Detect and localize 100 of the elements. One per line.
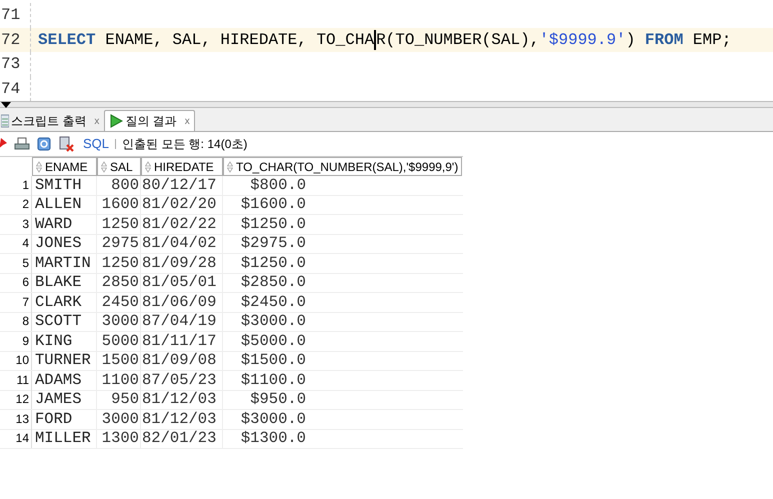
table-cell-text: $2450.0	[240, 292, 306, 312]
row-number: 7	[0, 292, 32, 312]
document-icon	[1, 114, 9, 128]
table-cell: SMITH	[32, 176, 97, 195]
table-cell: 2975	[97, 234, 141, 254]
collapse-arrow-icon[interactable]	[1, 102, 11, 108]
row-number: 13	[0, 410, 32, 429]
table-cell: 5000	[97, 332, 141, 351]
column-header[interactable]: SAL	[97, 157, 141, 176]
table-cell: 1250	[97, 214, 141, 234]
line-number: 74	[0, 78, 22, 100]
row-number: 11	[0, 370, 32, 390]
table-cell: TURNER	[32, 351, 97, 370]
sort-icon	[36, 160, 42, 172]
table-cell: ADAMS	[32, 370, 97, 390]
result-tab[interactable]: 스크립트 출력 x	[0, 110, 104, 131]
table-cell-text: $3000.0	[240, 312, 306, 332]
table-cell: 1250	[97, 254, 141, 273]
row-number: 9	[0, 332, 32, 351]
table-cell: 1100	[97, 370, 141, 390]
row-number: 8	[0, 312, 32, 332]
close-icon[interactable]: x	[94, 114, 100, 128]
table-cell-text: $5000.0	[240, 332, 306, 351]
table-cell: 3000	[97, 312, 141, 332]
code-text: )	[626, 30, 636, 51]
sort-icon	[145, 160, 151, 172]
code-text: ENAME, SAL, HIREDATE, TO_CHA	[104, 30, 374, 51]
table-cell: WARD	[32, 214, 97, 234]
table-cell-text: $800.0	[249, 176, 306, 195]
table-cell: 81/02/20	[141, 195, 223, 214]
table-cell: 81/11/17	[141, 332, 223, 351]
table-cell: 81/02/22	[141, 214, 223, 234]
delete-document-icon[interactable]	[58, 136, 75, 152]
keyword: SELECT	[38, 30, 96, 51]
row-number: 12	[0, 390, 32, 410]
code-text: R(TO_NUMBER(SAL),	[376, 30, 540, 51]
table-cell: 2850	[97, 273, 141, 292]
table-cell: MARTIN	[32, 254, 97, 273]
table-cell: FORD	[32, 410, 97, 429]
table-cell: 81/09/08	[141, 351, 223, 370]
table-cell: 81/05/01	[141, 273, 223, 292]
column-header[interactable]: HIREDATE	[141, 157, 223, 176]
code-text: EMP;	[692, 30, 732, 51]
row-number: 3	[0, 214, 32, 234]
printer-icon[interactable]	[14, 137, 30, 151]
table-cell: ALLEN	[32, 195, 97, 214]
text-cursor	[374, 30, 376, 50]
table-cell: 3000	[97, 410, 141, 429]
table-cell: CLARK	[32, 292, 97, 312]
result-tab[interactable]: 질의 결과 x	[104, 110, 195, 131]
sort-icon	[101, 160, 107, 172]
table-cell-text: $1600.0	[240, 195, 306, 214]
table-cell: 87/05/23	[141, 370, 223, 390]
table-cell-text: $1250.0	[240, 214, 306, 234]
table-cell: JONES	[32, 234, 97, 254]
column-header[interactable]: TO_CHAR(TO_NUMBER(SAL),'$9999,9')	[223, 157, 462, 176]
row-number: 1	[0, 176, 32, 195]
table-cell: 1300	[97, 429, 141, 448]
table-cell-text: $1300.0	[240, 429, 306, 448]
table-cell-text: $1250.0	[240, 254, 306, 273]
table-cell-text: $1100.0	[240, 370, 306, 390]
table-cell: JAMES	[32, 390, 97, 410]
table-cell: 2450	[97, 292, 141, 312]
column-header[interactable]: ENAME	[32, 157, 97, 176]
table-cell: 81/12/03	[141, 390, 223, 410]
table-cell-text: $2975.0	[240, 234, 306, 254]
table-cell: SCOTT	[32, 312, 97, 332]
table-cell: 1600	[97, 195, 141, 214]
table-cell: MILLER	[32, 429, 97, 448]
row-number: 14	[0, 429, 32, 448]
table-cell: 950	[97, 390, 141, 410]
row-number: 2	[0, 195, 32, 214]
sql-link[interactable]: SQL	[83, 134, 110, 154]
play-icon	[109, 114, 124, 128]
close-icon[interactable]: x	[184, 114, 190, 128]
row-number: 4	[0, 234, 32, 254]
line-number: 71	[0, 5, 22, 26]
row-number: 5	[0, 254, 32, 273]
table-cell: 81/09/28	[141, 254, 223, 273]
table-cell: 81/12/03	[141, 410, 223, 429]
line-number: 73	[0, 54, 22, 76]
row-number: 10	[0, 351, 32, 370]
line-number: 72	[0, 30, 22, 51]
sort-icon	[227, 160, 233, 172]
keyword: FROM	[644, 30, 684, 51]
table-cell: 82/01/23	[141, 429, 223, 448]
table-cell: 800	[97, 176, 141, 195]
table-cell: 87/04/19	[141, 312, 223, 332]
table-cell-text: $2850.0	[240, 273, 306, 292]
table-cell: 81/04/02	[141, 234, 223, 254]
table-cell-text: $950.0	[249, 390, 306, 410]
table-cell: 81/06/09	[141, 292, 223, 312]
table-cell-text: $1500.0	[240, 351, 306, 370]
table-cell-text: $3000.0	[240, 410, 306, 429]
table-cell: KING	[32, 332, 97, 351]
table-cell: 80/12/17	[141, 176, 223, 195]
fetch-status: 인출된 모든 행: 14(0초)	[122, 136, 248, 153]
table-cell: BLAKE	[32, 273, 97, 292]
string-literal: '$9999.9'	[539, 30, 626, 51]
code-editor[interactable]: 71 72 SELECT ENAME, SAL, HIREDATE, TO_CHAR(TO_NUMBER(SAL),'$9999.9') FROM EMP; 73 74	[0, 0, 773, 101]
